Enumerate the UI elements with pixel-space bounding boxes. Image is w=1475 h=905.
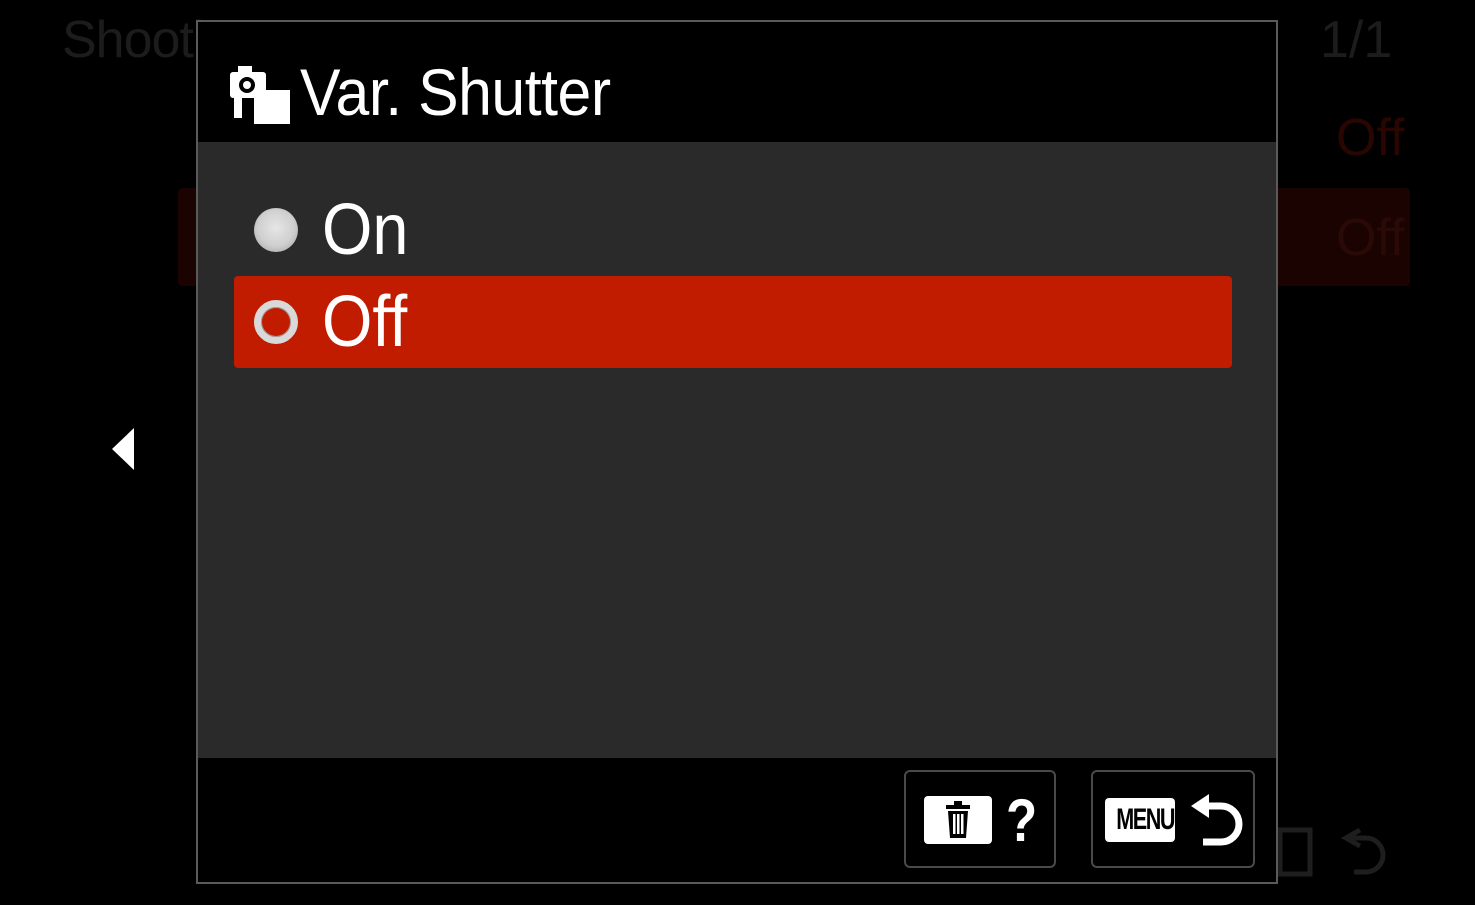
menu-label: MENU xyxy=(1116,803,1175,836)
background-footer-icons xyxy=(1277,827,1386,877)
dialog-header: Var. Shutter xyxy=(198,22,1276,142)
var-shutter-dialog: Var. Shutter On Off ? MENU xyxy=(196,20,1278,884)
dialog-footer: ? MENU xyxy=(198,758,1276,882)
background-page-indicator: 1/1 xyxy=(1320,11,1393,69)
menu-badge: MENU xyxy=(1105,798,1175,842)
background-menu-title: Shooti xyxy=(62,11,204,69)
dialog-title: Var. Shutter xyxy=(300,55,611,129)
help-button[interactable]: ? xyxy=(904,770,1056,868)
help-icon: ? xyxy=(1006,787,1038,854)
menu-back-button[interactable]: MENU xyxy=(1091,770,1255,868)
radio-button-icon xyxy=(254,208,298,252)
left-arrow-icon[interactable] xyxy=(106,424,146,474)
return-arrow-icon xyxy=(1191,794,1243,846)
background-row-value: Off xyxy=(1336,209,1405,267)
radio-button-selected-icon xyxy=(254,300,298,344)
background-row-value: Off xyxy=(1336,109,1405,167)
option-label: On xyxy=(322,190,409,270)
option-off[interactable]: Off xyxy=(234,276,1232,368)
trash-icon xyxy=(946,801,970,838)
options-list: On Off xyxy=(198,142,1276,760)
option-label: Off xyxy=(322,282,408,362)
camera-settings-icon xyxy=(230,66,290,124)
option-on[interactable]: On xyxy=(234,184,1232,276)
trash-icon-badge xyxy=(924,796,992,844)
